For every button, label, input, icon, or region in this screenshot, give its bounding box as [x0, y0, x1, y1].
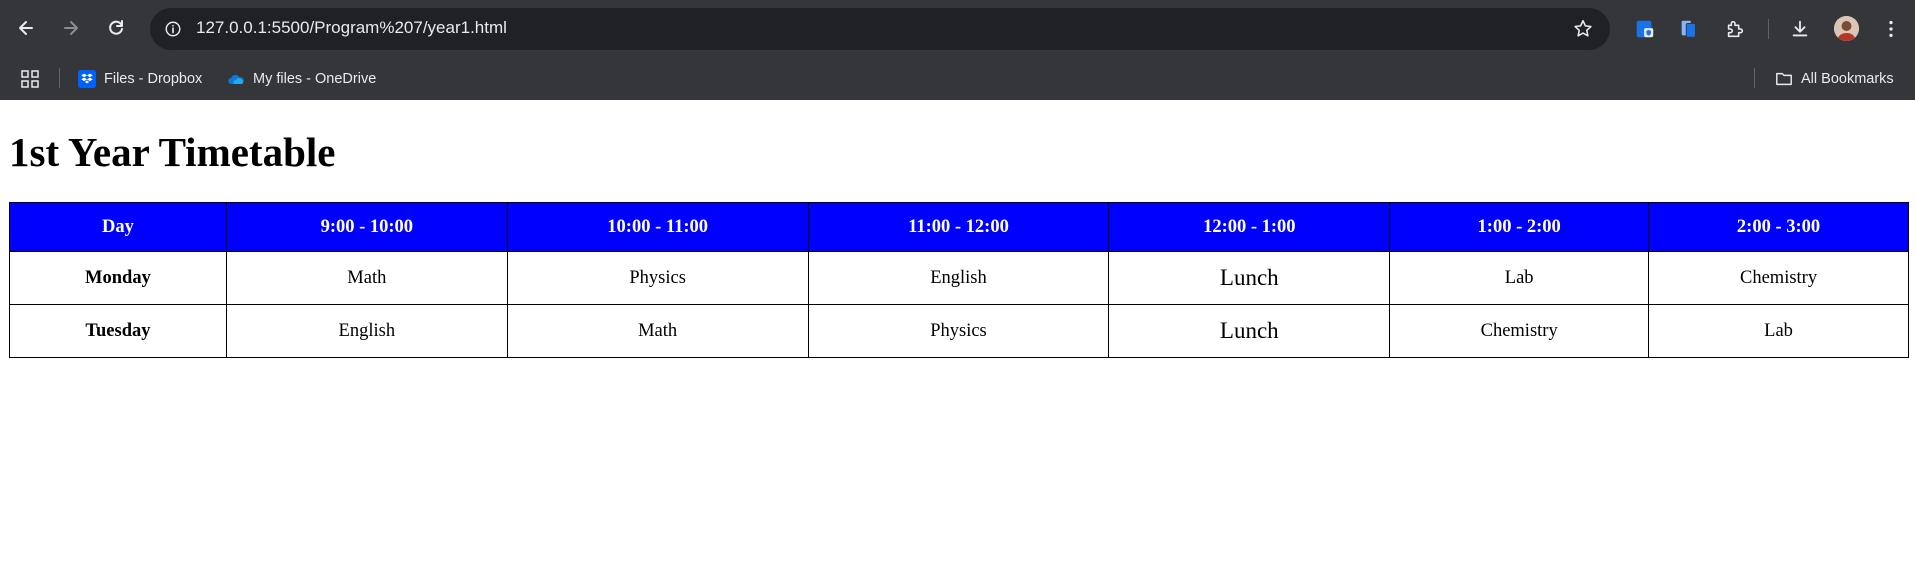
browser-toolbar: 127.0.0.1:5500/Program%207/year1.html: [0, 0, 1915, 58]
header-cell: 1:00 - 2:00: [1389, 202, 1650, 252]
apps-grid-icon: [21, 70, 39, 88]
subject-cell: Lab: [1389, 251, 1650, 305]
apps-grid-button[interactable]: [20, 66, 40, 92]
reload-icon: [109, 20, 123, 35]
menu-kebab-icon[interactable]: [1878, 16, 1904, 42]
table-row: Tuesday English Math Physics Lunch Chemi…: [9, 304, 1909, 358]
table-row: Monday Math Physics English Lunch Lab Ch…: [9, 251, 1909, 305]
subject-cell: Math: [506, 304, 809, 358]
folder-icon: [1775, 70, 1793, 88]
bookmark-label: My files - OneDrive: [253, 71, 377, 87]
timetable: Day 9:00 - 10:00 10:00 - 11:00 11:00 - 1…: [9, 202, 1909, 358]
extension-docs-icon[interactable]: [1676, 16, 1702, 42]
toolbar-divider: [1768, 19, 1769, 39]
reload-button[interactable]: [102, 14, 130, 42]
bookmarks-bar: Files - Dropbox My files - OneDrive All …: [0, 58, 1915, 100]
all-bookmarks-label: All Bookmarks: [1801, 71, 1894, 87]
page-content: 1st Year Timetable Day 9:00 - 10:00 10:0…: [0, 100, 1915, 566]
day-cell: Tuesday: [9, 304, 227, 358]
onedrive-icon: [227, 70, 245, 88]
subject-cell: Chemistry: [1389, 304, 1650, 358]
header-cell: 9:00 - 10:00: [225, 202, 508, 252]
bookmark-label: Files - Dropbox: [104, 71, 203, 87]
profile-avatar[interactable]: [1834, 16, 1859, 41]
forward-button[interactable]: [57, 14, 85, 42]
extension-shield-icon[interactable]: [1632, 16, 1658, 42]
header-cell: 2:00 - 3:00: [1648, 202, 1909, 252]
site-info-icon[interactable]: [160, 16, 186, 42]
bookmark-star-icon[interactable]: [1572, 18, 1594, 40]
subject-cell: Math: [225, 251, 508, 305]
bookmark-dropbox[interactable]: Files - Dropbox: [78, 66, 202, 92]
arrow-right-icon: [64, 21, 78, 35]
subject-cell: Physics: [807, 304, 1110, 358]
subject-cell: English: [225, 304, 508, 358]
lunch-cell: Lunch: [1108, 251, 1391, 305]
subject-cell: English: [807, 251, 1110, 305]
bookmarks-right-divider: [1754, 68, 1755, 88]
url-text[interactable]: 127.0.0.1:5500/Program%207/year1.html: [196, 18, 507, 38]
lunch-cell: Lunch: [1108, 304, 1391, 358]
header-cell: Day: [9, 202, 227, 252]
subject-cell: Chemistry: [1648, 251, 1909, 305]
timetable-header-row: Day 9:00 - 10:00 10:00 - 11:00 11:00 - 1…: [9, 202, 1909, 252]
address-bar[interactable]: 127.0.0.1:5500/Program%207/year1.html: [150, 8, 1610, 50]
subject-cell: Physics: [506, 251, 809, 305]
all-bookmarks-button[interactable]: All Bookmarks: [1775, 66, 1894, 92]
header-cell: 10:00 - 11:00: [506, 202, 809, 252]
header-cell: 11:00 - 12:00: [807, 202, 1110, 252]
back-button[interactable]: [12, 14, 40, 42]
bookmarks-divider: [59, 68, 60, 88]
arrow-left-icon: [19, 21, 33, 35]
download-icon[interactable]: [1787, 16, 1813, 42]
browser-chrome: 127.0.0.1:5500/Program%207/year1.html Fi…: [0, 0, 1915, 100]
dropbox-icon: [78, 70, 96, 88]
header-cell: 12:00 - 1:00: [1108, 202, 1391, 252]
bookmark-onedrive[interactable]: My files - OneDrive: [227, 66, 376, 92]
subject-cell: Lab: [1648, 304, 1909, 358]
page-title: 1st Year Timetable: [9, 129, 336, 175]
day-cell: Monday: [9, 251, 227, 305]
extensions-puzzle-icon[interactable]: [1722, 16, 1748, 42]
